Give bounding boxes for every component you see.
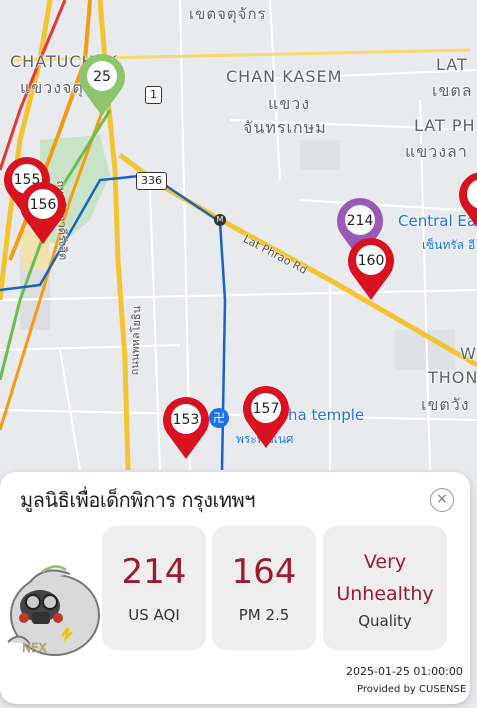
mascot-text: NEX [22,641,47,655]
aqi-marker-value: 153 [172,412,200,428]
road-shield-336: 336 [136,172,167,190]
aqi-marker-value: 156 [29,197,57,213]
quality-stat-box: Very Unhealthy Quality [323,526,447,650]
road-shield-1: 1 [145,86,162,104]
district-label-latph: LAT PH [414,116,476,135]
aqi-stat-box: 214 US AQI [102,526,206,650]
close-button[interactable]: × [430,488,454,512]
metro-station-icon[interactable]: M [214,214,226,226]
aqi-marker-25[interactable]: 25 [75,52,129,118]
aqi-label: US AQI [128,606,180,624]
district-label-chankasem: CHAN KASEM [226,67,343,86]
aqi-marker-value: 157 [252,401,280,417]
timestamp: 2025-01-25 01:00:00 [346,665,463,678]
map-pin-icon [79,54,125,116]
district-label-chankasem-th2: จันทรเกษม [243,118,327,137]
quality-value: Very Unhealthy [323,546,447,610]
poi-temple-label[interactable]: ha temple [288,406,364,424]
station-info-card: มูลนิธิเพื่อเด็กพิการ กรุงเทพฯ × NEX 214… [0,472,470,704]
district-label-lat-th: เขตล [432,81,473,100]
quality-line-2: Unhealthy [336,583,434,605]
aqi-marker-value: 160 [357,253,385,269]
quality-line-1: Very [363,551,407,573]
aqi-marker-value: 25 [93,69,111,85]
mascot-icon: NEX [7,565,100,656]
aqi-marker-value: 1 [455,187,477,203]
district-label-thon: THON [428,368,477,387]
map-pin-icon [459,172,477,228]
pm25-stat-box: 164 PM 2.5 [212,526,316,650]
quality-label: Quality [358,612,412,630]
district-label-latph-th: แขวงลา [405,142,468,161]
pm25-label: PM 2.5 [238,606,290,624]
aqi-marker-156[interactable]: 156 [16,180,70,246]
mascot-image: NEX [0,560,104,664]
station-title: มูลนิธิเพื่อเด็กพิการ กรุงเทพฯ [20,488,255,512]
aqi-marker-160[interactable]: 160 [344,236,398,302]
map-pin-icon [243,386,289,448]
aqi-marker-value: 214 [346,213,374,229]
district-label-w: W [460,344,477,363]
map-pin-icon [20,182,66,244]
aqi-value: 214 [121,552,187,592]
aqi-marker-partial[interactable]: 1 [455,170,477,236]
map-pin-icon [163,397,209,459]
provided-by: Provided by CUSENSE [357,684,467,695]
district-label-khetwang: เขตวัง [421,395,470,414]
aqi-marker-157[interactable]: 157 [239,384,293,450]
map-pin-icon [348,238,394,300]
district-label-top: เขตจตุจักร [189,5,267,23]
district-label-lat: LAT [436,55,468,74]
district-label-chankasem-th1: แขวง [268,94,311,113]
pm25-value: 164 [231,552,297,592]
poi-central-th-label: เซ็นทรัล อี [422,238,476,252]
aqi-marker-153[interactable]: 153 [159,395,213,461]
road-label-phahon: ถนนพหลโยธิน [127,305,144,376]
